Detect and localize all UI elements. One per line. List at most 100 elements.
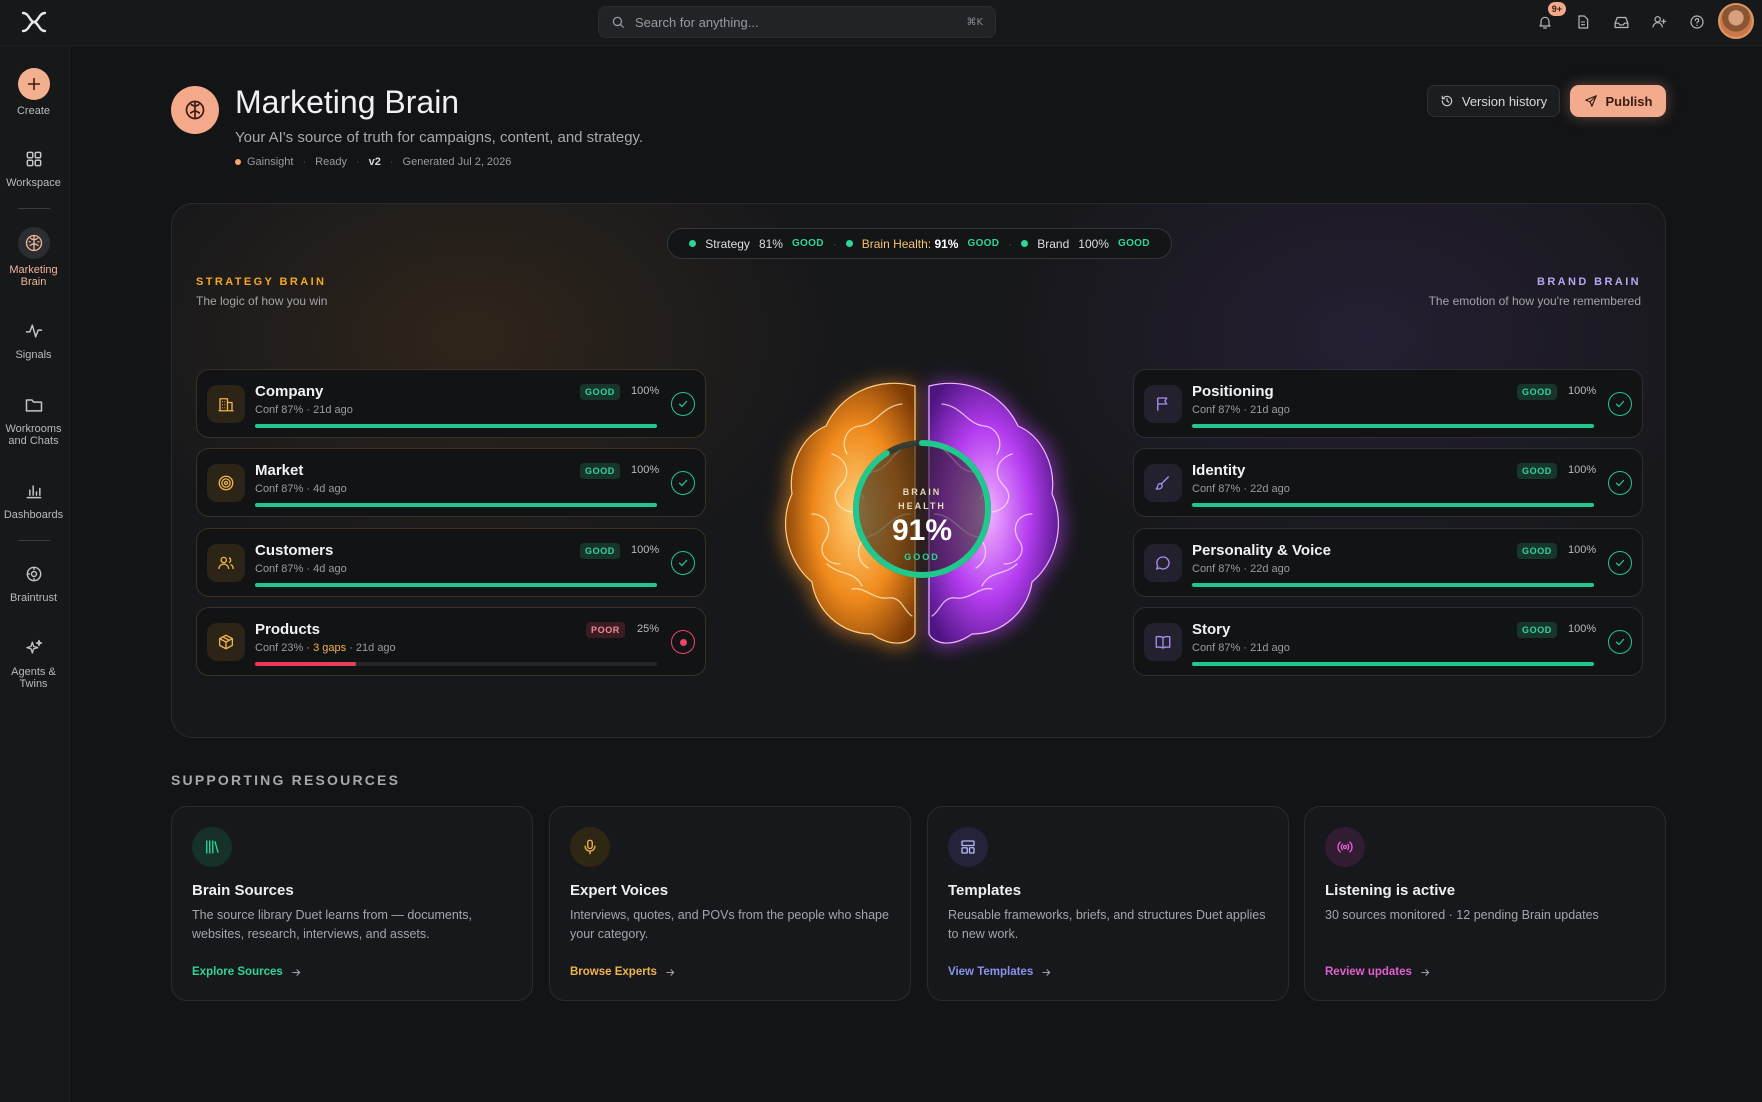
status-badge: GOOD [580,543,620,559]
brand-value: 100% [1078,236,1109,251]
resource-description: Interviews, quotes, and POVs from the pe… [570,908,889,941]
progress-bar [1192,583,1594,587]
card-meta: Conf 87% · 22d ago [1192,563,1290,575]
card-confidence: Conf 87% [1192,483,1241,495]
users-icon [207,544,245,582]
chat-bubble-icon [1144,544,1182,582]
sidebar-item-marketing-brain[interactable]: Marketing Brain [0,227,67,288]
progress-fill [1192,503,1594,507]
bell-icon[interactable]: 9+ [1532,2,1566,35]
health-value: 91% [934,236,959,251]
sidebar-item-label: Dashboards [3,509,64,521]
sidebar-item-braintrust[interactable]: Braintrust [0,561,67,604]
card-age: · 21d ago [1243,642,1290,654]
browse-experts-link[interactable]: Browse Experts [570,966,676,978]
brand-card-personality-voice[interactable]: Personality & Voice Conf 87% · 22d ago G… [1133,528,1643,597]
grid-icon [21,146,47,172]
sidebar-item-signals[interactable]: Signals [0,318,67,361]
card-title: Identity [1192,462,1246,479]
inbox-icon[interactable] [1608,9,1634,35]
arrow-right-icon [292,968,301,976]
book-icon [1144,623,1182,661]
layout-icon [948,827,988,867]
resource-card-expert-voices[interactable]: Expert Voices Interviews, quotes, and PO… [549,806,911,1001]
gauge-label-line1: BRAIN [902,487,942,497]
link-label: Explore Sources [192,966,283,978]
sidebar-item-create[interactable]: Create [0,68,67,117]
resource-card-templates[interactable]: Templates Reusable frameworks, briefs, a… [927,806,1289,1001]
progress-bar [255,424,657,428]
resource-description: 30 sources monitored · 12 pending Brain … [1325,908,1599,922]
resource-description: Reusable frameworks, briefs, and structu… [948,908,1266,941]
brush-icon [1144,464,1182,502]
version-history-label: Version history [1461,93,1548,109]
strategy-card-customers[interactable]: Customers Conf 87% · 4d ago GOOD 100% [196,528,706,597]
review-updates-link[interactable]: Review updates [1325,966,1431,978]
card-percent: 25% [637,623,660,635]
box-icon [207,623,245,661]
resource-title: Expert Voices [570,882,669,899]
strategy-card-market[interactable]: Market Conf 87% · 4d ago GOOD 100% [196,448,706,517]
progress-fill [1192,583,1594,587]
help-icon[interactable] [1684,9,1710,35]
card-age: · 22d ago [1243,563,1290,575]
resource-card-brain-sources[interactable]: Brain Sources The source library Duet le… [171,806,533,1001]
strategy-status: GOOD [791,238,824,249]
brand-card-positioning[interactable]: Positioning Conf 87% · 21d ago GOOD 100% [1133,369,1643,438]
sidebar: Create Workspace Marketing Brain Signals… [0,46,70,1102]
progress-bar [255,583,657,587]
search-input[interactable] [635,14,957,30]
resource-card-listening[interactable]: Listening is active 30 sources monitored… [1304,806,1666,1001]
explore-sources-link[interactable]: Explore Sources [192,966,302,978]
card-meta: Conf 87% · 22d ago [1192,483,1290,495]
strategy-value: 81% [758,236,783,251]
meta-separator: · [302,156,307,168]
document-icon[interactable] [1570,9,1596,35]
view-templates-link[interactable]: View Templates [948,966,1052,978]
resource-description: The source library Duet learns from — do… [192,908,472,941]
brand-card-story[interactable]: Story Conf 87% · 21d ago GOOD 100% [1133,607,1643,676]
brand-brain-kicker: BRAND BRAIN [1536,276,1641,288]
org-dot [235,159,241,165]
notification-badge: 9+ [1547,2,1566,16]
progress-fill [255,662,356,666]
publish-button[interactable]: Publish [1570,85,1666,117]
status-dot [689,240,697,247]
health-label-text: Brain Health: [861,236,932,251]
search-bar[interactable]: ⌘K [598,6,996,38]
user-avatar[interactable] [1718,3,1754,39]
page-title: Marketing Brain [235,84,460,120]
card-title: Market [255,462,304,479]
card-meta: Conf 87% · 21d ago [1192,404,1290,416]
status-badge: GOOD [580,384,620,400]
card-confidence: Conf 87% [255,483,304,495]
brand-card-identity[interactable]: Identity Conf 87% · 22d ago GOOD 100% [1133,448,1643,517]
pill-separator: · [1008,236,1013,251]
sidebar-item-workrooms[interactable]: Workrooms and Chats [0,392,67,447]
sidebar-item-agents[interactable]: Agents & Twins [0,635,67,690]
brand-brain-description: The emotion of how you're remembered [1428,294,1641,308]
sidebar-item-label: Create [16,105,51,117]
brand-status: GOOD [1117,238,1150,249]
library-icon [192,827,232,867]
version-history-button[interactable]: Version history [1427,85,1560,117]
strategy-card-products[interactable]: Products Conf 23% · 3 gaps · 21d ago POO… [196,607,706,676]
sidebar-item-workspace[interactable]: Workspace [0,146,67,189]
brand-label: Brand [1037,236,1070,251]
braintrust-icon [21,561,47,587]
progress-bar [255,503,657,507]
app-logo-icon[interactable] [20,10,48,34]
sidebar-item-dashboards[interactable]: Dashboards [0,478,67,521]
progress-fill [255,424,657,428]
brain-health-visual: BRAIN HEALTH 91% GOOD [752,364,1092,684]
card-age: · 21d ago [349,642,396,654]
strategy-card-company[interactable]: Company Conf 87% · 21d ago GOOD 100% [196,369,706,438]
card-title: Company [255,383,324,400]
progress-fill [1192,424,1594,428]
card-confidence: Conf 87% [1192,642,1241,654]
check-icon [671,471,695,495]
gauge-label-line2: HEALTH [898,501,946,511]
card-percent: 100% [1568,464,1597,476]
card-percent: 100% [631,385,660,397]
add-user-icon[interactable] [1646,9,1672,35]
